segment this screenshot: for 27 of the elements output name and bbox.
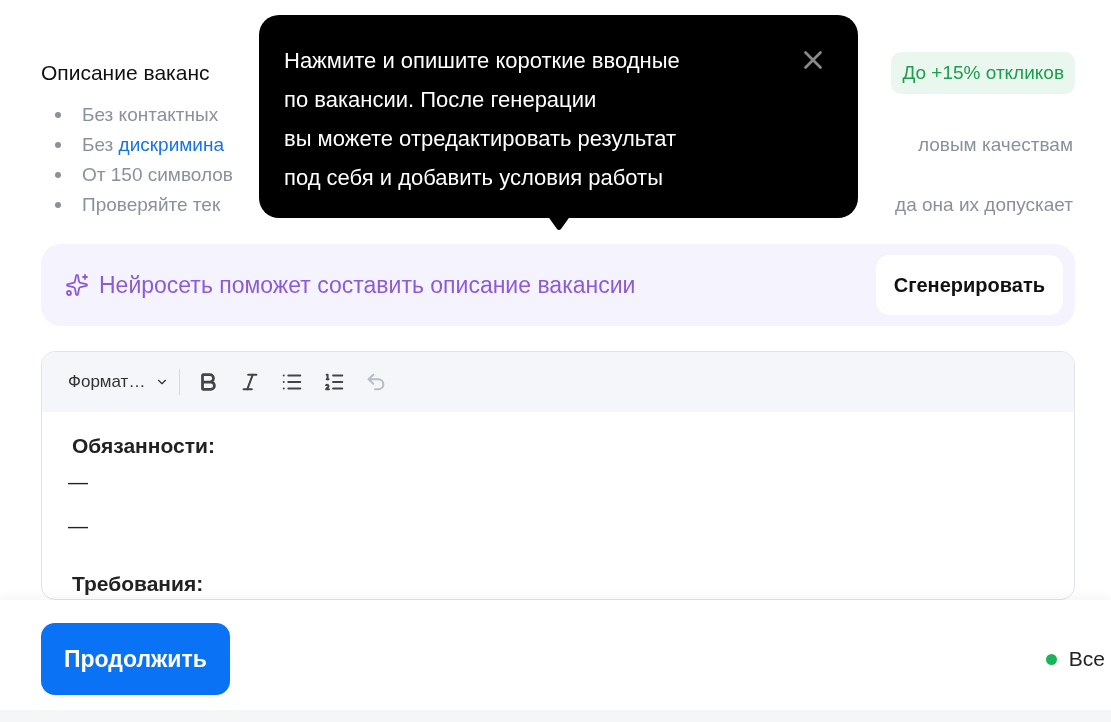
content-heading: Требования: — [72, 571, 204, 597]
tooltip-text: Нажмите и опишите короткие вводные по вакансии. После генерации вы можете отредактировать результат под себя и добавить условия работы — [284, 47, 681, 192]
dash-line: — — [68, 470, 88, 495]
rule-link[interactable]: дискримина — [118, 134, 225, 155]
responses-badge: До +15% откликов — [891, 52, 1075, 94]
bullet-dot — [55, 172, 61, 178]
rule-text: Без контактных — [82, 104, 219, 126]
bullet-dot — [55, 202, 61, 208]
bullet-dot — [55, 112, 61, 118]
continue-button[interactable]: Продолжить — [41, 623, 230, 695]
rule-text: да она их допускает — [895, 194, 1073, 216]
text-editor[interactable]: Формат… Обязанности: — — Требования: — [41, 351, 1075, 600]
content-heading: Обязанности: — [72, 433, 215, 459]
section-title: Описание ваканс — [41, 61, 210, 85]
generate-button[interactable]: Сгенерировать — [875, 255, 1063, 315]
dash-line: — — [68, 514, 88, 539]
rule-text: От 150 символов — [82, 164, 233, 186]
rule-text: Проверяйте тек — [82, 194, 221, 216]
sparkle-icon — [65, 273, 89, 297]
rule-text: Без дискримина — [82, 134, 225, 156]
format-select[interactable]: Формат… — [68, 369, 181, 395]
status-text: Все — [1068, 647, 1105, 671]
rule-text: ловым качествам — [918, 134, 1073, 156]
status-dot — [1045, 653, 1057, 665]
numbered-list-icon — [323, 371, 346, 393]
ai-banner-text: Нейросеть поможет составить описание вакансии — [99, 271, 636, 299]
bullet-dot — [55, 142, 61, 148]
